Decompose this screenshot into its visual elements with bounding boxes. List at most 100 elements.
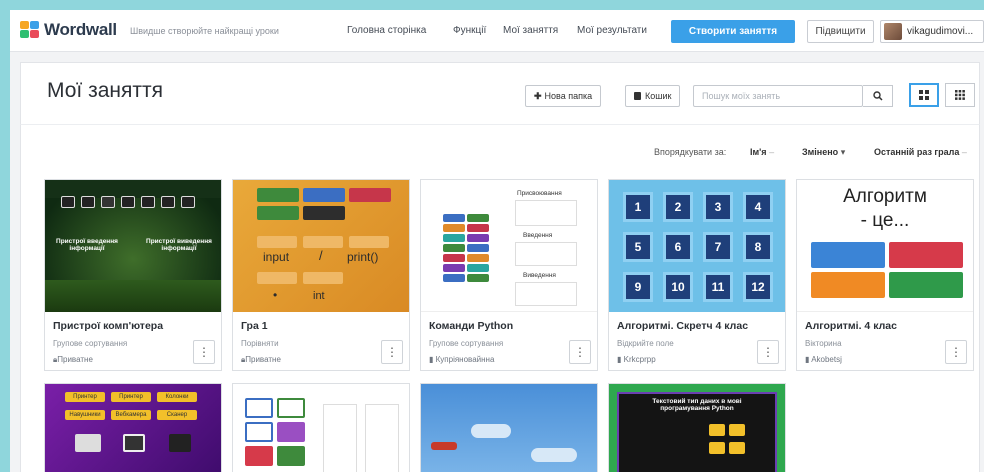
tagline: Швидше створюйте найкращі уроки xyxy=(130,26,279,36)
card-type: Групове сортування xyxy=(429,339,504,348)
activity-thumbnail: Присвоювання Введення Виведення xyxy=(421,180,597,312)
sort-by-last-played[interactable]: Останній раз грала – xyxy=(874,147,967,157)
numbered-tile: 12 xyxy=(743,272,773,302)
thumbnail-text: Навушники xyxy=(69,412,101,418)
card-title[interactable]: Алгоритмі. Скретч 4 клас xyxy=(617,320,748,332)
activity-card[interactable]: Алгоритм - це... Алгоритмі. 4 клас Вікто… xyxy=(796,179,974,371)
activity-thumbnail: Пристрої введення інформації Пристрої ви… xyxy=(45,180,221,312)
thumbnail-text: Присвоювання xyxy=(517,190,562,197)
activity-thumbnail xyxy=(421,384,597,472)
numbered-tile: 3 xyxy=(703,192,733,222)
search-input[interactable] xyxy=(693,85,863,107)
thumbnail-text: input xyxy=(263,250,290,264)
activity-card[interactable] xyxy=(420,383,598,472)
wordwall-logo-icon xyxy=(20,21,40,39)
thumbnail-text: print() xyxy=(347,250,379,264)
small-grid-view-icon[interactable] xyxy=(945,83,975,107)
create-activity-button[interactable]: Створити заняття xyxy=(671,20,795,43)
sort-last-played-label: Останній раз грала xyxy=(874,147,960,157)
activity-card[interactable]: Присвоювання Введення Виведення Команди … xyxy=(420,179,598,371)
numbered-tile: 10 xyxy=(663,272,693,302)
activity-card[interactable]: Пристрої введення інформації Пристрої ви… xyxy=(44,179,222,371)
thumbnail-text: - це... xyxy=(860,210,910,231)
user-menu[interactable]: vikagudimovi... xyxy=(880,20,984,43)
more-options-icon[interactable]: ⋮ xyxy=(569,340,591,364)
trash-icon xyxy=(634,92,641,100)
thumbnail-text: int xyxy=(313,290,325,302)
more-options-icon[interactable]: ⋮ xyxy=(381,340,403,364)
card-title[interactable]: Алгоритмі. 4 клас xyxy=(805,320,897,332)
trash-button[interactable]: Кошик xyxy=(625,85,681,107)
activity-thumbnail xyxy=(233,384,409,472)
nav-home[interactable]: Головна сторінка xyxy=(347,25,426,36)
upgrade-button[interactable]: Підвищити xyxy=(807,20,874,43)
sort-name-label: Ім'я xyxy=(750,147,767,157)
numbered-tile: 2 xyxy=(663,192,693,222)
bookmark-icon: ▮ xyxy=(429,355,436,364)
more-options-icon[interactable]: ⋮ xyxy=(945,340,967,364)
sort-by-name[interactable]: Ім'я – xyxy=(750,147,774,157)
search-icon[interactable] xyxy=(863,85,893,107)
activity-card[interactable] xyxy=(232,383,410,472)
sort-modified-label: Змінено xyxy=(802,147,839,157)
activity-card[interactable]: Принтер Принтер Колонки Навушники Вебкам… xyxy=(44,383,222,472)
thumbnail-text: Алгоритм xyxy=(843,186,927,207)
plus-icon: ✚ xyxy=(534,90,542,101)
new-folder-button[interactable]: ✚ Нова папка xyxy=(525,85,602,107)
activity-card[interactable]: 1 2 3 4 5 6 7 8 9 10 11 12 Алгоритмі. Скретч 4 клас… xyxy=(608,179,786,371)
more-options-icon[interactable]: ⋮ xyxy=(193,340,215,364)
thumbnail-text: Виведення xyxy=(523,272,556,279)
numbered-tile: 6 xyxy=(663,232,693,262)
page-header: Мої заняття ✚ Нова папка Кошик xyxy=(20,62,980,124)
avatar xyxy=(884,23,902,40)
numbered-tile: 4 xyxy=(743,192,773,222)
top-navbar: Wordwall Швидше створюйте найкращі уроки… xyxy=(10,10,984,52)
brand-name: Wordwall xyxy=(44,20,117,39)
thumbnail-text: Пристрої виведення інформації xyxy=(146,238,212,252)
nav-features[interactable]: Функції xyxy=(453,25,486,36)
numbered-tile: 9 xyxy=(623,272,653,302)
card-type: Вікторина xyxy=(805,339,842,348)
nav-my-activities[interactable]: Мої заняття xyxy=(503,25,558,36)
thumbnail-text: Вебкамера xyxy=(115,412,147,418)
wordwall-logo[interactable]: Wordwall xyxy=(20,20,117,40)
card-title[interactable]: Пристрої комп'ютера xyxy=(53,320,163,332)
thumbnail-text: Текстовий тип даних в мові програмування… xyxy=(652,398,742,412)
nav-my-results[interactable]: Мої результати xyxy=(577,25,647,36)
thumbnail-text: Введення xyxy=(523,232,553,239)
thumbnail-text: Сканер xyxy=(166,412,188,418)
card-owner: ▮ Krkcprpp xyxy=(617,355,656,364)
activity-thumbnail: Алгоритм - це... xyxy=(797,180,973,312)
activity-card[interactable]: Текстовий тип даних в мові програмування… xyxy=(608,383,786,472)
activities-panel: Впорядкувати за: Ім'я – Змінено ▾ Останн… xyxy=(20,124,980,472)
numbered-tile: 5 xyxy=(623,232,653,262)
large-grid-view-icon[interactable] xyxy=(909,83,939,107)
caret-down-icon: ▾ xyxy=(840,147,846,157)
bookmark-icon: ▮ xyxy=(617,355,624,364)
card-owner: ▮ Купріяновайнна xyxy=(429,355,495,364)
thumbnail-text: Принтер xyxy=(119,394,143,400)
new-folder-label: Нова папка xyxy=(544,91,593,101)
more-options-icon[interactable]: ⋮ xyxy=(757,340,779,364)
card-owner: 🔒︎Приватне xyxy=(53,355,93,364)
sort-label: Впорядкувати за: xyxy=(654,147,727,157)
activity-thumbnail: 1 2 3 4 5 6 7 8 9 10 11 12 xyxy=(609,180,785,312)
thumbnail-text: Принтер xyxy=(73,394,97,400)
card-type: Групове сортування xyxy=(53,339,128,348)
activity-thumbnail: Принтер Принтер Колонки Навушники Вебкам… xyxy=(45,384,221,472)
card-title[interactable]: Гра 1 xyxy=(241,320,268,332)
card-title[interactable]: Команди Python xyxy=(429,320,513,332)
thumbnail-text: Пристрої введення інформації xyxy=(56,238,118,252)
thumbnail-text: / xyxy=(319,248,323,263)
activity-thumbnail: input / print() • int xyxy=(233,180,409,312)
user-name: vikagudimovi... xyxy=(907,26,974,37)
trash-label: Кошик xyxy=(645,91,672,101)
card-type: Порівняти xyxy=(241,339,279,348)
activity-card[interactable]: input / print() • int Гра 1 Порівняти 🔒︎… xyxy=(232,179,410,371)
thumbnail-text: Колонки xyxy=(165,394,189,400)
card-type: Відкрийте поле xyxy=(617,339,674,348)
card-owner: 🔒︎Приватне xyxy=(241,355,281,364)
activity-thumbnail: Текстовий тип даних в мові програмування… xyxy=(609,384,785,472)
app-window: Wordwall Швидше створюйте найкращі уроки… xyxy=(10,10,984,472)
sort-by-modified[interactable]: Змінено ▾ xyxy=(802,147,845,158)
